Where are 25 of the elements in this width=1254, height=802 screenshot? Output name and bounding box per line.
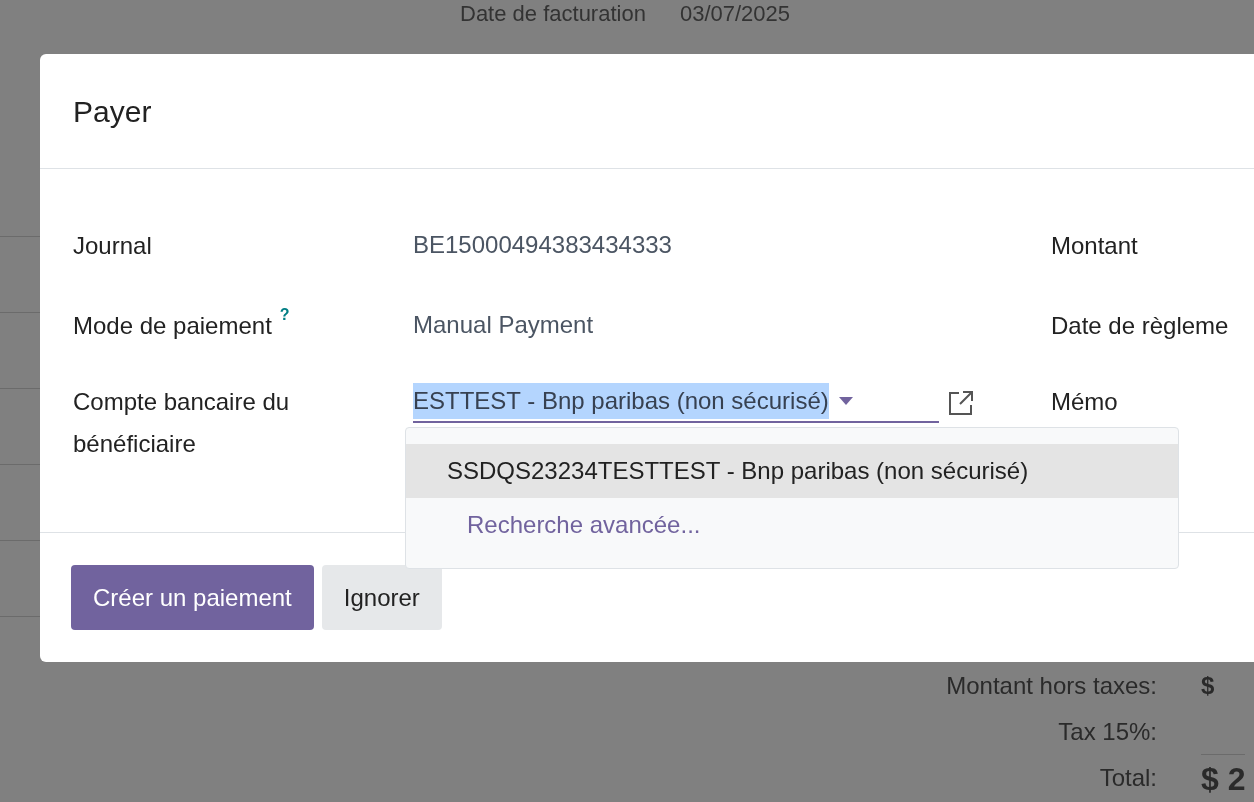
total-label: Tax 15%: <box>1057 717 1157 747</box>
total-value: $ 2 <box>1201 753 1246 802</box>
field-label: Montant <box>1051 231 1139 261</box>
invoice-date: 03/07/2025 <box>679 2 790 26</box>
field-label: Compte bancaire du bénéficiaire <box>73 387 291 459</box>
bank-account-select[interactable]: ESTTEST - Bnp paribas (non sécurisé) <box>413 383 939 423</box>
invoice-date-label: Date de facturation <box>460 2 646 26</box>
field-value: BE15000494383434333 <box>413 230 672 260</box>
field-label: Mode de paiement <box>73 311 272 341</box>
field-label: Journal <box>73 231 152 261</box>
field-label: Date de règleme <box>1051 311 1229 341</box>
create-payment-button[interactable]: Créer un paiement <box>71 565 314 630</box>
dropdown-option[interactable]: SSDQS23234TESTTEST - Bnp paribas (non sécurisé) <box>406 444 1178 498</box>
total-value: $ <box>1201 671 1215 701</box>
caret-icon <box>838 397 853 405</box>
advanced-search-link[interactable]: Recherche avancée... <box>406 498 1178 552</box>
total-label: Total: <box>1098 763 1157 793</box>
total-label: Montant hors taxes: <box>945 671 1157 701</box>
ignore-button[interactable]: Ignorer <box>321 565 442 630</box>
select-value: ESTTEST - Bnp paribas (non sécurisé) <box>413 383 829 419</box>
field-value: Manual Payment <box>413 310 594 340</box>
help-mark[interactable]: ? <box>279 305 290 325</box>
field-label: Mémo <box>1051 387 1119 417</box>
external-link-icon[interactable] <box>947 389 975 417</box>
dialog-title: Payer <box>73 93 152 130</box>
